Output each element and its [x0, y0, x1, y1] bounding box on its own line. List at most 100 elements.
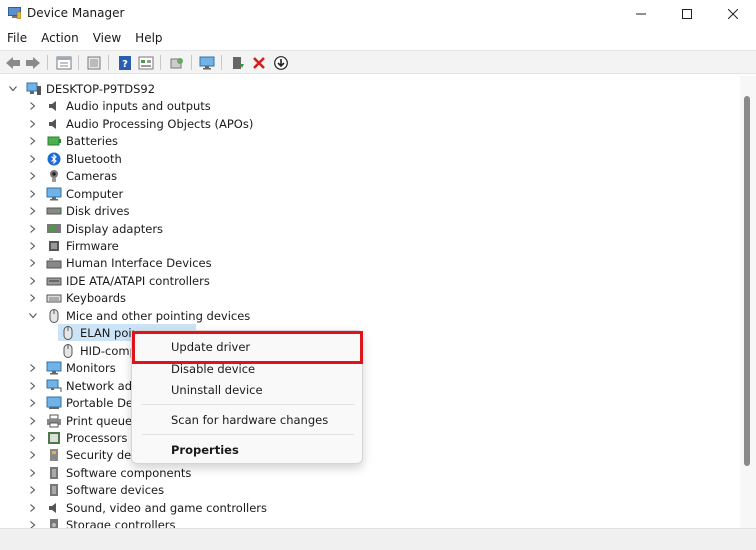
tree-category[interactable]: Display adapters [28, 220, 163, 237]
scan-button[interactable] [168, 54, 186, 71]
menu-disable-device[interactable]: Disable device [171, 362, 255, 380]
printer-icon [46, 414, 62, 428]
toolbar: ? [0, 50, 756, 74]
tree-category[interactable]: Audio inputs and outputs [28, 97, 211, 114]
properties-view-button[interactable] [55, 54, 73, 71]
tree-category[interactable]: Disk drives [28, 202, 129, 219]
chevron-right-icon[interactable] [28, 450, 38, 460]
tree-category[interactable]: Batteries [28, 132, 118, 149]
tree-category-label: Storage controllers [66, 517, 176, 529]
menu-separator [142, 404, 354, 405]
add-driver-button[interactable] [229, 54, 247, 71]
tree-category[interactable]: Monitors [28, 359, 116, 376]
bluetooth-icon [46, 152, 62, 166]
close-button[interactable] [710, 0, 756, 28]
device-manager-app-icon [8, 7, 21, 19]
tree-category-label: Sound, video and game controllers [66, 500, 268, 515]
camera-icon [46, 169, 62, 183]
chevron-down-icon[interactable] [8, 84, 18, 94]
network-icon [46, 379, 62, 393]
tree-category[interactable]: Computer [28, 185, 123, 202]
tree-category[interactable]: Network adap [28, 377, 146, 394]
chevron-right-icon[interactable] [28, 520, 38, 528]
chevron-down-icon[interactable] [28, 311, 38, 321]
tree-root[interactable]: DESKTOP-P9TDS92 [8, 80, 155, 97]
download-button[interactable] [272, 54, 290, 71]
menu-help[interactable]: Help [128, 29, 169, 49]
chevron-right-icon[interactable] [28, 416, 38, 426]
device-item-label: HID-comp [80, 343, 137, 358]
tree-category[interactable]: IDE ATA/ATAPI controllers [28, 272, 210, 289]
tree-category[interactable]: Software devices [28, 481, 164, 498]
menu-action[interactable]: Action [34, 29, 86, 49]
chevron-right-icon[interactable] [28, 258, 38, 268]
chevron-right-icon[interactable] [28, 189, 38, 199]
chevron-right-icon[interactable] [28, 363, 38, 373]
hid-icon [46, 256, 62, 270]
menu-file[interactable]: File [0, 29, 34, 49]
monitor-button[interactable] [198, 54, 216, 71]
monitor-icon [199, 56, 215, 69]
tree-category-label: Audio Processing Objects (APOs) [66, 116, 254, 131]
chevron-right-icon[interactable] [28, 206, 38, 216]
tree-category[interactable]: Firmware [28, 237, 119, 254]
chevron-right-icon[interactable] [28, 119, 38, 129]
chevron-right-icon[interactable] [28, 433, 38, 443]
processor-icon [46, 431, 62, 445]
menu-bar: File Action View Help [0, 29, 756, 49]
tree-category-label: Keyboards [66, 290, 127, 305]
tree-category[interactable]: Mice and other pointing devices [28, 307, 250, 324]
toolbar-separator [160, 55, 161, 70]
chevron-right-icon[interactable] [28, 224, 38, 234]
menu-properties[interactable]: Properties [171, 443, 239, 461]
tree-category[interactable]: Processors [28, 429, 127, 446]
menu-view[interactable]: View [86, 29, 128, 49]
security-icon [46, 448, 62, 462]
back-icon [6, 56, 20, 69]
device-item[interactable]: ELAN poin [60, 324, 139, 341]
menu-uninstall-device[interactable]: Uninstall device [171, 383, 263, 401]
tree-category[interactable]: Human Interface Devices [28, 254, 212, 271]
chevron-right-icon[interactable] [28, 154, 38, 164]
forward-icon [26, 56, 40, 69]
tree-category[interactable]: Cameras [28, 167, 117, 184]
tree-category[interactable]: Storage controllers [28, 516, 176, 528]
chevron-right-icon[interactable] [28, 136, 38, 146]
tree-category[interactable]: Print queues [28, 412, 138, 429]
maximize-icon [682, 9, 692, 19]
tree-category[interactable]: Software components [28, 464, 191, 481]
software-icon [46, 483, 62, 497]
uninstall-button[interactable] [250, 54, 268, 71]
menu-scan-hardware[interactable]: Scan for hardware changes [171, 413, 328, 431]
chevron-right-icon[interactable] [28, 468, 38, 478]
chevron-right-icon[interactable] [28, 241, 38, 251]
forward-button[interactable] [24, 54, 42, 71]
chevron-right-icon[interactable] [28, 276, 38, 286]
device-list-button[interactable] [85, 54, 103, 71]
scrollbar-thumb[interactable] [744, 96, 750, 466]
minimize-button[interactable] [618, 0, 664, 28]
chevron-right-icon[interactable] [28, 485, 38, 495]
title-bar: Device Manager [0, 0, 756, 28]
minimize-icon [636, 13, 646, 15]
back-button[interactable] [4, 54, 22, 71]
chevron-right-icon[interactable] [28, 293, 38, 303]
vertical-scrollbar[interactable] [740, 76, 756, 528]
tree-category[interactable]: Bluetooth [28, 150, 122, 167]
resource-view-button[interactable] [137, 54, 155, 71]
chevron-right-icon[interactable] [28, 171, 38, 181]
chevron-right-icon[interactable] [28, 101, 38, 111]
chevron-right-icon[interactable] [28, 503, 38, 513]
tree-category[interactable]: Sound, video and game controllers [28, 499, 267, 516]
maximize-button[interactable] [664, 0, 710, 28]
help-button[interactable]: ? [116, 54, 134, 71]
chevron-right-icon[interactable] [28, 381, 38, 391]
toolbar-separator [221, 55, 222, 70]
tree-category-label: Mice and other pointing devices [66, 308, 251, 323]
tree-category[interactable]: Keyboards [28, 289, 126, 306]
device-item[interactable]: HID-comp [60, 342, 137, 359]
chevron-right-icon[interactable] [28, 398, 38, 408]
toolbar-separator [78, 55, 79, 70]
status-bar [0, 528, 756, 550]
tree-category[interactable]: Audio Processing Objects (APOs) [28, 115, 253, 132]
